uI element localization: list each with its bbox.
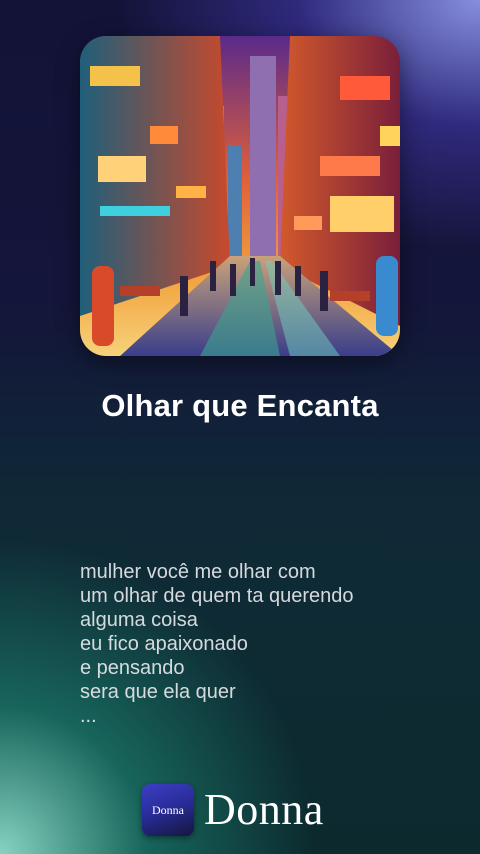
city-street-illustration <box>80 36 400 356</box>
brand-logo: Donna <box>142 784 194 836</box>
album-artwork <box>80 36 400 356</box>
brand-logo-text: Donna <box>152 802 184 817</box>
lyric-line: alguma coisa <box>80 609 198 631</box>
brand-name: Donna <box>204 785 324 834</box>
lyric-line: e pensando <box>80 657 185 679</box>
lyric-line: sera que ela quer <box>80 681 236 703</box>
song-title: Olhar que Encanta <box>101 388 379 423</box>
lyric-line: mulher você me olhar com <box>80 561 316 583</box>
lyric-line: ... <box>80 705 97 727</box>
lyric-line: um olhar de quem ta querendo <box>80 585 354 607</box>
brand-footer: Donna Donna <box>142 783 324 837</box>
lyric-line: eu fico apaixonado <box>80 633 248 655</box>
lyrics-block: mulher você me olhar com um olhar de que… <box>80 560 460 728</box>
